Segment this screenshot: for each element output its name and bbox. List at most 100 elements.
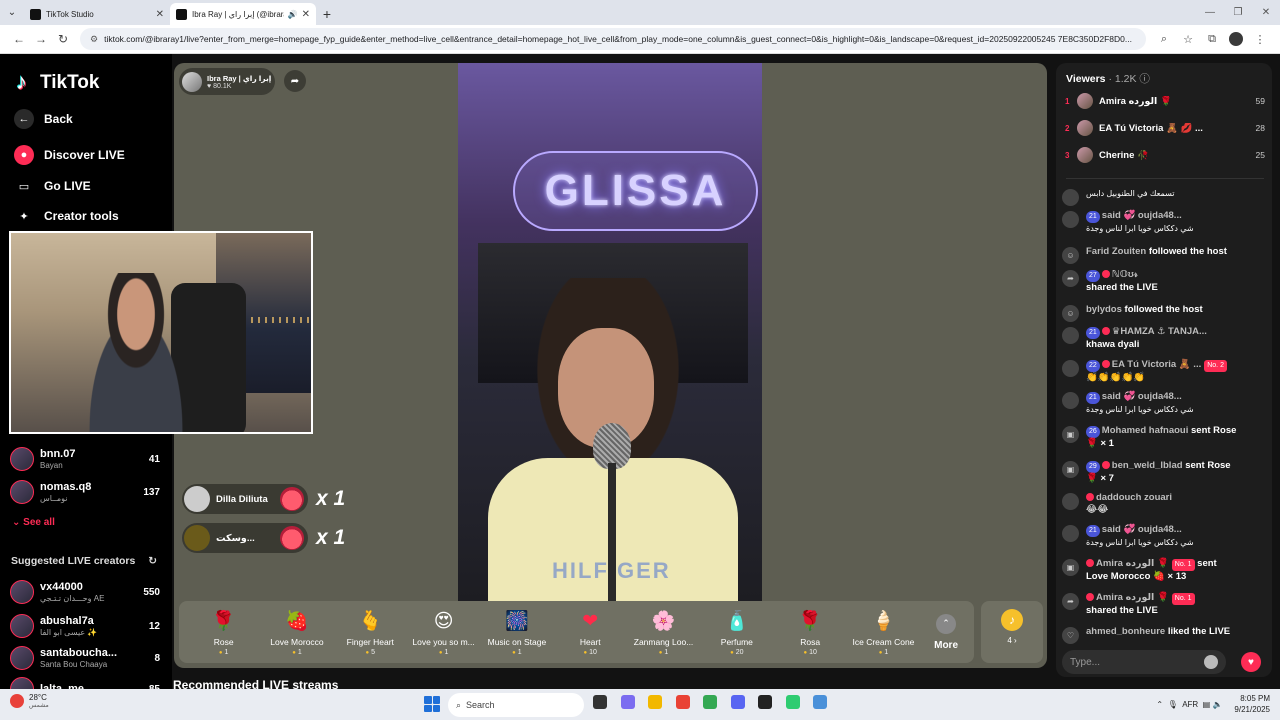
gift-item[interactable]: ❤ Heart 10 bbox=[554, 608, 627, 657]
speaker-icon[interactable]: 🔊 bbox=[288, 10, 298, 19]
rank: 3 bbox=[1065, 150, 1070, 160]
following-account[interactable]: bnn.07 Bayan 41 bbox=[10, 444, 160, 474]
close-window-icon[interactable]: ✕ bbox=[1252, 7, 1280, 18]
gift-item[interactable]: 🌸 Zanmang Loo... 1 bbox=[627, 608, 700, 656]
gift-item[interactable]: 🌹 Rosa 10 bbox=[774, 608, 847, 656]
gift-item[interactable]: 🍓 Love Morocco 1 bbox=[260, 608, 333, 656]
host-info[interactable]: Ibra Ray | إبرا راي ♥ 80.1K bbox=[179, 68, 275, 95]
fan-heart-icon bbox=[1086, 493, 1094, 502]
language-indicator[interactable]: AFR bbox=[1182, 700, 1198, 709]
sidebar-item-discover-live[interactable]: ● Discover LIVE bbox=[14, 145, 125, 165]
site-info-icon[interactable]: ⚙ bbox=[90, 34, 98, 45]
gift-item[interactable]: 🌹 Rose 1 bbox=[187, 608, 260, 656]
live-video[interactable]: GLISSA HILFIGER bbox=[458, 63, 762, 601]
file-explorer-icon[interactable] bbox=[648, 695, 662, 709]
close-tab-icon[interactable]: ✕ bbox=[302, 9, 310, 20]
message-user[interactable]: said 💞 oujda48... bbox=[1102, 210, 1182, 221]
chevron-up-icon: ⌃ bbox=[936, 613, 957, 634]
weather-widget[interactable]: 28°C مشمس bbox=[10, 693, 49, 709]
back-arrow-icon[interactable]: ← bbox=[8, 32, 30, 46]
chat-input[interactable]: Type... bbox=[1062, 650, 1226, 674]
taskbar-search[interactable]: ⌕ Search bbox=[448, 693, 584, 717]
tiktok-logo[interactable]: TikTok bbox=[16, 69, 99, 95]
message-user[interactable]: bylydos bbox=[1086, 304, 1122, 315]
suggested-account[interactable]: santaboucha... Santa Bou Chaaya 8 bbox=[10, 643, 160, 673]
app-icon[interactable] bbox=[758, 695, 772, 709]
tab-tiktok-studio[interactable]: TikTok Studio ✕ bbox=[24, 3, 170, 25]
help-icon[interactable]: ⓘ bbox=[1139, 73, 1150, 85]
bookmark-star-icon[interactable]: ☆ bbox=[1176, 33, 1200, 46]
profile-avatar[interactable] bbox=[1229, 32, 1243, 46]
url-field[interactable]: ⚙ tiktok.com/@ibraray1/live?enter_from_m… bbox=[80, 28, 1146, 50]
coins-button[interactable]: ♪ 4 › bbox=[981, 601, 1043, 663]
copilot-icon[interactable] bbox=[620, 695, 635, 709]
level-badge: 22 bbox=[1086, 360, 1100, 372]
message-user[interactable]: ♛HAMZA ⚓ TANJA... bbox=[1112, 326, 1207, 337]
new-tab-icon[interactable]: + bbox=[316, 3, 338, 25]
chrome-profile-icon[interactable] bbox=[703, 695, 717, 709]
share-arrow-icon[interactable]: ➦ bbox=[284, 70, 306, 92]
extensions-icon[interactable]: ⧉ bbox=[1200, 33, 1224, 46]
avatar bbox=[1062, 211, 1079, 228]
forward-arrow-icon[interactable]: → bbox=[30, 32, 52, 46]
gift-item[interactable]: 🧴 Perfume 20 bbox=[700, 608, 773, 656]
suggested-account[interactable]: vx44000 وحـــدان تـتـجي AE 550 bbox=[10, 577, 160, 607]
top-viewer[interactable]: 2 EA Tú Victoria 🧸 💋 ... 28 bbox=[1065, 118, 1265, 138]
close-tab-icon[interactable]: ✕ bbox=[156, 9, 164, 20]
message-user[interactable]: daddouch zouari bbox=[1096, 492, 1172, 503]
refresh-icon[interactable]: ↻ bbox=[148, 555, 157, 567]
url-text: tiktok.com/@ibraray1/live?enter_from_mer… bbox=[104, 34, 1132, 44]
see-all-link[interactable]: ⌄ See all bbox=[12, 517, 55, 528]
gift-item[interactable]: 🎆 Music on Stage 1 bbox=[480, 608, 553, 656]
message-user[interactable]: ℕ𝕆ʊ𝓇 bbox=[1112, 269, 1138, 280]
message-user[interactable]: ahmed_bonheure bbox=[1086, 626, 1165, 637]
message-user[interactable]: Mohamed hafnaoui bbox=[1102, 425, 1189, 436]
maximize-icon[interactable]: ❐ bbox=[1224, 7, 1252, 18]
chevron-up-icon[interactable]: ⌃ bbox=[1156, 700, 1163, 709]
top-viewer[interactable]: 3 Cherine 🥀 25 bbox=[1065, 145, 1265, 165]
menu-kebab-icon[interactable]: ⋮ bbox=[1248, 33, 1272, 46]
account-subtitle: وحـــدان تـتـجي AE bbox=[40, 594, 105, 603]
app-icon[interactable] bbox=[785, 695, 800, 709]
emoji-icon[interactable] bbox=[1204, 655, 1218, 669]
tab-search-icon[interactable]: ⌄ bbox=[0, 0, 24, 25]
more-gifts-button[interactable]: ⌃ More bbox=[926, 613, 966, 651]
top-viewer[interactable]: 1 Amira الورده 🌹 59 bbox=[1065, 91, 1265, 111]
suggested-account[interactable]: abushal7a عيسى ابو الفا ✨ 12 bbox=[10, 611, 160, 641]
app-icon[interactable] bbox=[813, 695, 827, 709]
gift-item[interactable]: 😍 Love you so m... 1 bbox=[407, 608, 480, 657]
zoom-icon[interactable]: ⌕ bbox=[1152, 33, 1176, 46]
message-user[interactable]: said 💞 oujda48... bbox=[1102, 391, 1182, 402]
viewers-header[interactable]: Viewers · 1.2K ⓘ bbox=[1066, 71, 1150, 86]
gift-item[interactable]: 🫰 Finger Heart 5 bbox=[334, 608, 407, 656]
like-heart-button[interactable]: ♥ bbox=[1241, 652, 1261, 672]
chrome-icon[interactable] bbox=[675, 695, 690, 709]
reload-icon[interactable]: ↻ bbox=[52, 32, 74, 46]
message-user[interactable]: ben_weld_lblad bbox=[1112, 460, 1183, 471]
message-text: 👏👏👏👏👏 bbox=[1086, 372, 1146, 383]
back-button[interactable]: ← Back bbox=[14, 109, 73, 129]
combo-sender: وسكت... bbox=[216, 532, 255, 544]
windows-start-icon[interactable] bbox=[424, 696, 440, 712]
tab-live-stream[interactable]: Ibra Ray | إبرا راي (@ibraray1) 🔊 ✕ bbox=[170, 3, 316, 25]
message-user[interactable]: EA Tú Victoria 🧸 ... bbox=[1112, 359, 1201, 370]
avatar bbox=[10, 480, 34, 504]
sidebar-item-go-live[interactable]: ▭ Go LIVE bbox=[14, 176, 91, 196]
message-user[interactable]: Farid Zouiten bbox=[1086, 246, 1146, 257]
pinned-apps bbox=[593, 695, 841, 709]
message-user[interactable]: Amira الورده 🌹 bbox=[1096, 558, 1169, 569]
network-icon[interactable]: ▤ bbox=[1203, 700, 1211, 709]
microphone-icon[interactable]: 🎙 bbox=[1168, 700, 1178, 709]
gift-item[interactable]: 🍦 Ice Cream Cone 1 bbox=[847, 608, 920, 656]
sidebar-item-creator-tools[interactable]: ✦ Creator tools bbox=[14, 206, 118, 226]
message-user[interactable]: said 💞 oujda48... bbox=[1102, 524, 1182, 535]
message-user[interactable]: Amira الورده 🌹 bbox=[1096, 592, 1169, 603]
clock[interactable]: 8:05 PM 9/21/2025 bbox=[1234, 693, 1270, 715]
coin-icon: ♪ bbox=[1001, 609, 1023, 631]
task-view-icon[interactable] bbox=[593, 695, 607, 709]
discord-icon[interactable] bbox=[730, 695, 745, 709]
following-account[interactable]: nomas.q8 نومــاس 137 bbox=[10, 477, 160, 507]
volume-icon[interactable]: 🔈 bbox=[1212, 700, 1222, 709]
minimize-icon[interactable]: — bbox=[1196, 7, 1224, 18]
viewer-count: 137 bbox=[143, 486, 160, 498]
